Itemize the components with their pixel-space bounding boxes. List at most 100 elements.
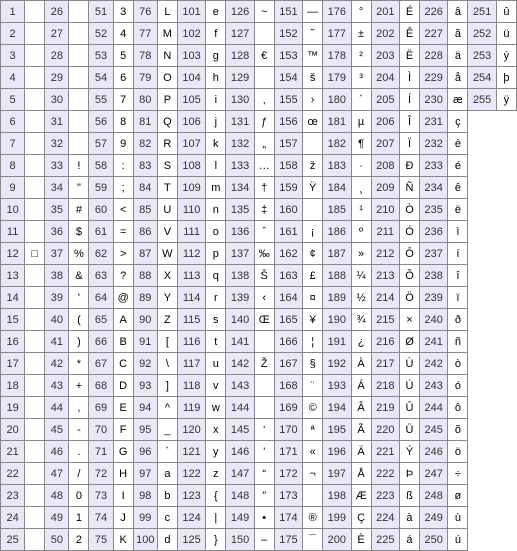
- code-cell: 10: [1, 199, 25, 221]
- char-cell: Û: [399, 397, 419, 419]
- char-cell: ’: [254, 441, 274, 463]
- code-cell: 65: [89, 309, 113, 331]
- code-cell: 160: [274, 199, 302, 221]
- char-cell: |: [206, 507, 226, 529]
- char-cell: T: [157, 177, 177, 199]
- char-cell: Ç: [351, 507, 371, 529]
- char-cell: –: [254, 529, 274, 551]
- char-cell: {: [206, 485, 226, 507]
- char-cell: Á: [351, 375, 371, 397]
- char-cell: •: [254, 507, 274, 529]
- code-cell: 69: [89, 397, 113, 419]
- code-cell: 15: [1, 309, 25, 331]
- char-cell: [69, 45, 89, 67]
- char-cell: „: [254, 133, 274, 155]
- char-cell: µ: [351, 111, 371, 133]
- code-cell: 79: [133, 67, 157, 89]
- code-cell: 156: [274, 111, 302, 133]
- char-cell: ": [69, 177, 89, 199]
- code-cell: 55: [89, 89, 113, 111]
- char-cell: [303, 133, 323, 155]
- char-cell: m: [206, 177, 226, 199]
- char-cell: Œ: [254, 309, 274, 331]
- code-cell: 100: [133, 529, 157, 551]
- code-cell: 199: [323, 507, 351, 529]
- char-cell: □: [25, 243, 45, 265]
- code-cell: 142: [226, 353, 254, 375]
- char-cell: ¢: [303, 243, 323, 265]
- char-cell: Ë: [399, 45, 419, 67]
- char-cell: ¯: [303, 529, 323, 551]
- char-cell: €: [254, 45, 274, 67]
- code-cell: 87: [133, 243, 157, 265]
- code-cell: 93: [133, 375, 157, 397]
- char-cell: [25, 265, 45, 287]
- code-cell: 58: [89, 155, 113, 177]
- code-cell: 8: [1, 155, 25, 177]
- char-cell: [25, 419, 45, 441]
- char-cell: _: [157, 419, 177, 441]
- code-cell: 214: [371, 287, 399, 309]
- code-cell: 34: [45, 177, 69, 199]
- code-cell: 126: [226, 1, 254, 23]
- char-cell: ú: [448, 529, 468, 551]
- char-cell: +: [69, 375, 89, 397]
- char-cell: p: [206, 243, 226, 265]
- code-cell: 120: [177, 419, 205, 441]
- code-cell: 196: [323, 441, 351, 463]
- char-cell: K: [113, 529, 133, 551]
- char-cell: q: [206, 265, 226, 287]
- code-cell: 145: [226, 419, 254, 441]
- code-cell: 105: [177, 89, 205, 111]
- char-cell: £: [303, 265, 323, 287]
- char-cell: [254, 397, 274, 419]
- char-cell: à: [399, 507, 419, 529]
- char-cell: D: [113, 375, 133, 397]
- code-cell: 140: [226, 309, 254, 331]
- code-cell: 18: [1, 375, 25, 397]
- char-cell: s: [206, 309, 226, 331]
- char-cell: è: [448, 133, 468, 155]
- code-cell: 86: [133, 221, 157, 243]
- code-cell: 70: [89, 419, 113, 441]
- code-cell: 182: [323, 133, 351, 155]
- char-cell: &: [69, 265, 89, 287]
- code-cell: 190: [323, 309, 351, 331]
- char-cell: Z: [157, 309, 177, 331]
- char-cell: F: [113, 419, 133, 441]
- code-cell: 155: [274, 89, 302, 111]
- code-cell: 45: [45, 419, 69, 441]
- code-cell: 148: [226, 485, 254, 507]
- char-cell: Ï: [399, 133, 419, 155]
- code-cell: 149: [226, 507, 254, 529]
- char-cell: ”: [254, 485, 274, 507]
- char-cell: [25, 353, 45, 375]
- char-cell: Ž: [254, 353, 274, 375]
- char-cell: ð: [448, 309, 468, 331]
- char-cell: M: [157, 23, 177, 45]
- code-cell: 52: [89, 23, 113, 45]
- code-cell: 22: [1, 463, 25, 485]
- char-cell: l: [206, 155, 226, 177]
- code-cell: 2: [1, 23, 25, 45]
- code-cell: 254: [468, 67, 496, 89]
- char-cell: Æ: [351, 485, 371, 507]
- char-cell: ª: [303, 419, 323, 441]
- char-cell: w: [206, 397, 226, 419]
- code-cell: 134: [226, 177, 254, 199]
- code-cell: 104: [177, 67, 205, 89]
- code-cell: 28: [45, 45, 69, 67]
- code-cell: 64: [89, 287, 113, 309]
- char-cell: Î: [399, 111, 419, 133]
- char-cell: æ: [448, 89, 468, 111]
- char-cell: [303, 199, 323, 221]
- code-cell: 187: [323, 243, 351, 265]
- char-cell: ù: [448, 507, 468, 529]
- code-cell: 238: [419, 265, 447, 287]
- code-cell: 237: [419, 243, 447, 265]
- char-cell: \: [157, 353, 177, 375]
- char-cell: R: [157, 133, 177, 155]
- char-cell: [254, 375, 274, 397]
- code-cell: 141: [226, 331, 254, 353]
- code-cell: 218: [371, 375, 399, 397]
